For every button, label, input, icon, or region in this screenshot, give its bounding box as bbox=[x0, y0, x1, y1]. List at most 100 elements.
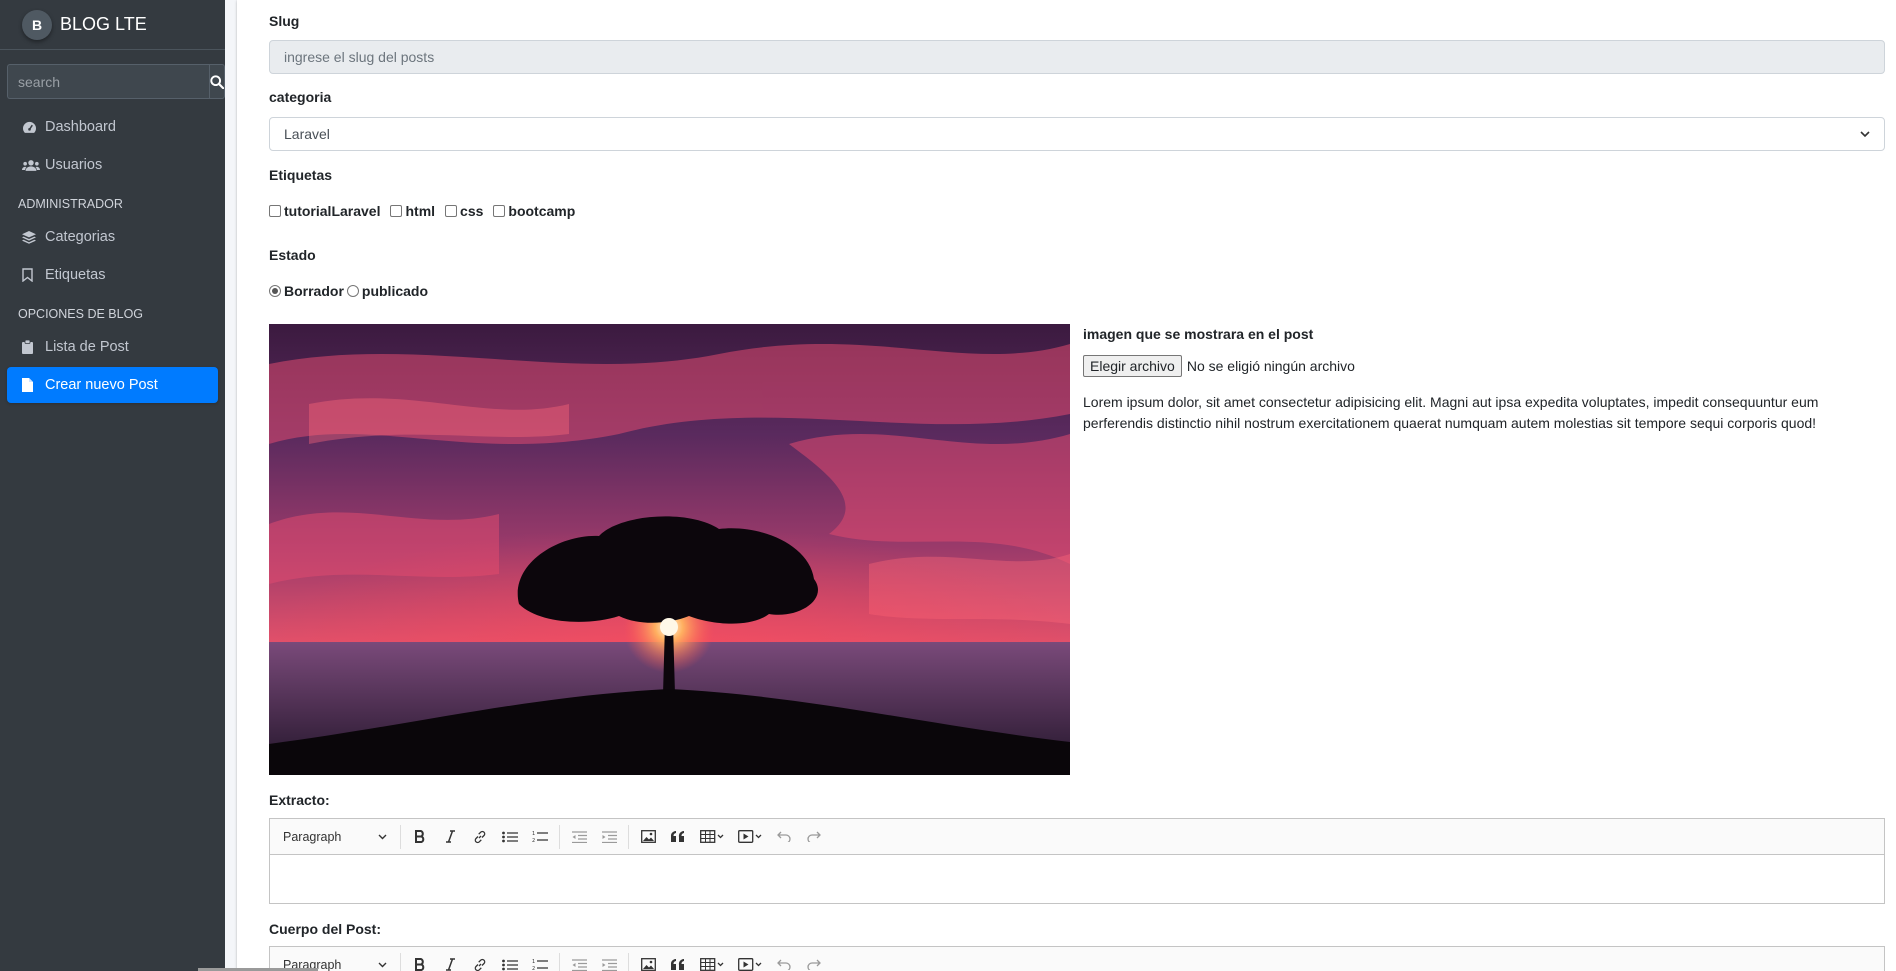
redo-icon[interactable] bbox=[800, 823, 828, 851]
toolbar-divider bbox=[559, 824, 560, 849]
image-icon[interactable] bbox=[634, 823, 662, 851]
brand-link[interactable]: B BLOG LTE bbox=[0, 0, 225, 50]
extracto-textarea[interactable] bbox=[270, 855, 1884, 903]
sidebar-item-categorias[interactable]: Categorias bbox=[7, 219, 218, 255]
brand-text: BLOG LTE bbox=[60, 14, 147, 34]
etiqueta-tutorial-laravel[interactable]: tutorialLaravel bbox=[269, 203, 380, 219]
post-image-preview bbox=[269, 324, 1070, 775]
sidebar: B BLOG LTE Dashboard Usuarios ADMINISTRA… bbox=[0, 0, 225, 971]
checkbox[interactable] bbox=[269, 205, 281, 217]
image-icon[interactable] bbox=[634, 951, 662, 971]
clipboard-icon bbox=[22, 340, 42, 354]
layers-icon bbox=[22, 230, 42, 244]
italic-icon[interactable] bbox=[436, 823, 464, 851]
media-embed-icon[interactable] bbox=[732, 823, 768, 851]
svg-text:1: 1 bbox=[532, 831, 535, 837]
choose-file-button[interactable]: Elegir archivo bbox=[1083, 355, 1182, 377]
toolbar-divider bbox=[628, 952, 629, 971]
categoria-label: categoria bbox=[269, 89, 332, 105]
numbered-list-icon[interactable]: 12 bbox=[526, 951, 554, 971]
table-icon[interactable] bbox=[694, 951, 730, 971]
italic-icon[interactable] bbox=[436, 951, 464, 971]
search-input[interactable] bbox=[7, 64, 209, 99]
sidebar-item-crear-nuevo-post[interactable]: Crear nuevo Post bbox=[7, 367, 218, 403]
bold-icon[interactable] bbox=[406, 951, 434, 971]
toolbar-divider bbox=[628, 824, 629, 849]
estado-borrador[interactable]: Borrador bbox=[269, 283, 344, 299]
sidebar-item-label: Dashboard bbox=[45, 119, 116, 135]
checkbox[interactable] bbox=[493, 205, 506, 217]
extracto-label: Extracto: bbox=[269, 792, 330, 808]
table-icon[interactable] bbox=[694, 823, 730, 851]
svg-text:2: 2 bbox=[532, 838, 535, 843]
slug-label: Slug bbox=[269, 13, 300, 29]
outdent-icon[interactable] bbox=[565, 951, 593, 971]
blockquote-icon[interactable] bbox=[664, 951, 692, 971]
link-icon[interactable] bbox=[466, 823, 494, 851]
etiqueta-html[interactable]: html bbox=[390, 203, 435, 219]
editor-toolbar: Paragraph 12 bbox=[270, 947, 1884, 971]
estado-group: Borrador publicado bbox=[269, 283, 438, 299]
chevron-down-icon bbox=[378, 834, 387, 839]
image-description: Lorem ipsum dolor, sit amet consectetur … bbox=[1083, 394, 1819, 431]
users-icon bbox=[22, 159, 42, 172]
chevron-down-icon bbox=[1860, 130, 1870, 137]
slug-input[interactable]: ingrese el slug del posts bbox=[269, 40, 1885, 74]
file-status: No se eligió ningún archivo bbox=[1186, 358, 1355, 374]
svg-text:2: 2 bbox=[532, 966, 535, 971]
sidebar-item-usuarios[interactable]: Usuarios bbox=[7, 147, 218, 183]
radio[interactable] bbox=[346, 285, 359, 297]
editor-toolbar: Paragraph 12 bbox=[270, 819, 1884, 855]
chevron-down-icon bbox=[378, 962, 387, 967]
checkbox[interactable] bbox=[390, 205, 403, 217]
indent-icon[interactable] bbox=[595, 823, 623, 851]
sidebar-item-dashboard[interactable]: Dashboard bbox=[7, 109, 218, 145]
etiquetas-group: tutorialLaravel html css bootcamp bbox=[269, 203, 585, 219]
slug-placeholder: ingrese el slug del posts bbox=[284, 49, 435, 65]
create-post-form: Slug ingrese el slug del posts categoria… bbox=[237, 0, 1896, 971]
paragraph-dropdown[interactable]: Paragraph bbox=[275, 823, 395, 851]
blockquote-icon[interactable] bbox=[664, 823, 692, 851]
bulleted-list-icon[interactable] bbox=[496, 951, 524, 971]
imagen-label: imagen que se mostrara en el post bbox=[1083, 326, 1314, 342]
checkbox[interactable] bbox=[445, 205, 458, 217]
cuerpo-editor: Paragraph 12 bbox=[269, 946, 1885, 971]
estado-publicado[interactable]: publicado bbox=[346, 283, 428, 299]
outdent-icon[interactable] bbox=[565, 823, 593, 851]
brand-logo: B bbox=[22, 9, 52, 40]
etiqueta-bootcamp[interactable]: bootcamp bbox=[493, 203, 575, 219]
search-icon bbox=[210, 74, 224, 89]
tachometer-icon bbox=[22, 121, 42, 134]
file-input[interactable]: Elegir archivo No se eligió ningún archi… bbox=[1083, 355, 1355, 377]
extracto-editor: Paragraph 12 bbox=[269, 818, 1885, 904]
search-button[interactable] bbox=[209, 64, 225, 99]
sidebar-item-label: Crear nuevo Post bbox=[45, 377, 158, 393]
media-embed-icon[interactable] bbox=[732, 951, 768, 971]
sidebar-item-label: Categorias bbox=[45, 229, 116, 245]
sidebar-item-etiquetas[interactable]: Etiquetas bbox=[7, 257, 218, 293]
toolbar-divider bbox=[400, 952, 401, 971]
indent-icon[interactable] bbox=[595, 951, 623, 971]
radio-selected[interactable] bbox=[269, 285, 281, 297]
sidebar-search bbox=[7, 64, 225, 99]
bookmark-icon bbox=[22, 268, 42, 282]
etiquetas-label: Etiquetas bbox=[269, 167, 333, 183]
svg-text:1: 1 bbox=[532, 959, 535, 965]
toolbar-divider bbox=[400, 824, 401, 849]
numbered-list-icon[interactable]: 12 bbox=[526, 823, 554, 851]
undo-icon[interactable] bbox=[770, 823, 798, 851]
estado-label: Estado bbox=[269, 247, 316, 263]
sidebar-item-label: Lista de Post bbox=[45, 339, 129, 355]
sidebar-item-lista-de-post[interactable]: Lista de Post bbox=[7, 329, 218, 365]
etiqueta-css[interactable]: css bbox=[445, 203, 483, 219]
nav-header-blog: OPCIONES DE BLOG bbox=[18, 307, 144, 321]
sidebar-item-label: Usuarios bbox=[45, 157, 103, 173]
bold-icon[interactable] bbox=[406, 823, 434, 851]
bulleted-list-icon[interactable] bbox=[496, 823, 524, 851]
link-icon[interactable] bbox=[466, 951, 494, 971]
toolbar-divider bbox=[559, 952, 560, 971]
categoria-select[interactable]: Laravel bbox=[269, 117, 1885, 151]
categoria-selected-value: Laravel bbox=[284, 126, 330, 142]
redo-icon[interactable] bbox=[800, 951, 828, 971]
undo-icon[interactable] bbox=[770, 951, 798, 971]
